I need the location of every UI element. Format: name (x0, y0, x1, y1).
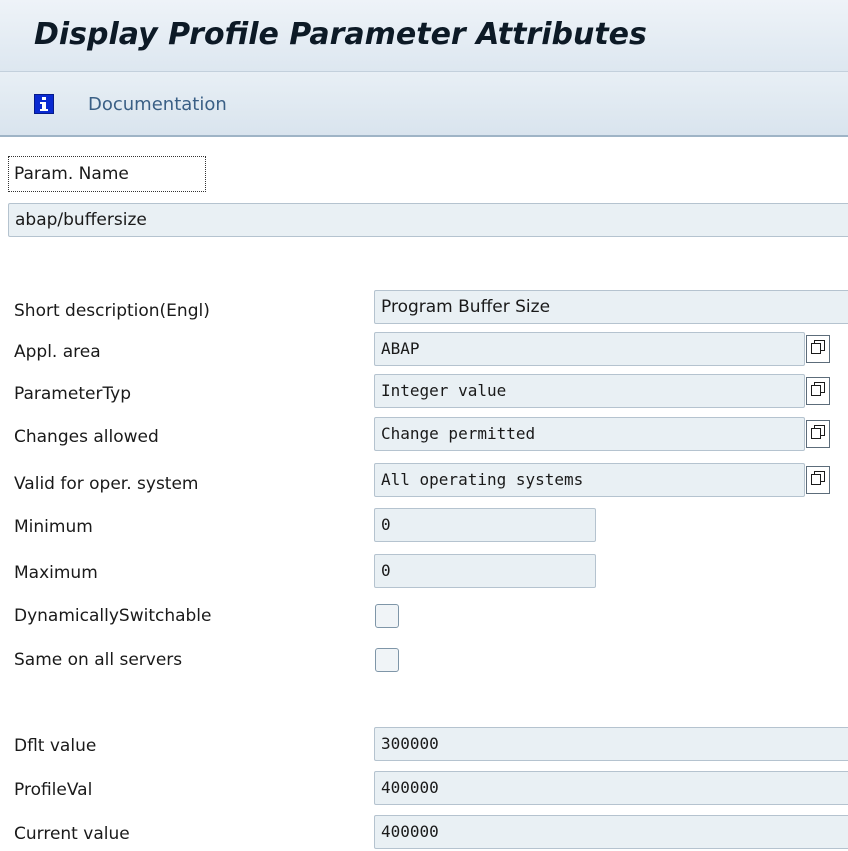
appl-area-copy-button[interactable] (806, 335, 830, 363)
parameter-type-copy-button[interactable] (806, 377, 830, 405)
profile-value-field[interactable]: 400000 (374, 771, 848, 805)
minimum-field[interactable]: 0 (374, 508, 596, 542)
short-description-field[interactable]: Program Buffer Size (374, 290, 848, 324)
dynamically-switchable-checkbox[interactable] (375, 604, 399, 628)
changes-allowed-label: Changes allowed (14, 427, 159, 447)
appl-area-label: Appl. area (14, 342, 101, 362)
short-description-label: Short description(Engl) (14, 301, 210, 321)
changes-allowed-field[interactable]: Change permitted (374, 417, 805, 451)
valid-os-field[interactable]: All operating systems (374, 463, 805, 497)
documentation-button[interactable]: Documentation (34, 90, 227, 118)
default-value-label: Dflt value (14, 736, 97, 756)
valid-os-copy-button[interactable] (806, 466, 830, 494)
title-bar: Display Profile Parameter Attributes (0, 0, 848, 72)
same-on-all-servers-label: Same on all servers (14, 650, 183, 670)
default-value-field[interactable]: 300000 (374, 727, 848, 761)
current-value-label: Current value (14, 824, 130, 844)
parameter-type-label: ParameterTyp (14, 384, 132, 404)
changes-allowed-copy-button[interactable] (806, 420, 830, 448)
appl-area-field[interactable]: ABAP (374, 332, 805, 366)
current-value-field[interactable]: 400000 (374, 815, 848, 849)
parameter-type-field[interactable]: Integer value (374, 374, 805, 408)
valid-os-label: Valid for oper. system (14, 474, 199, 494)
maximum-field[interactable]: 0 (374, 554, 596, 588)
profile-value-label: ProfileVal (14, 780, 93, 800)
maximum-label: Maximum (14, 563, 98, 583)
param-name-label: Param. Name (8, 156, 206, 192)
application-toolbar: Documentation (0, 72, 848, 137)
copy-icon (810, 470, 826, 491)
documentation-label: Documentation (88, 93, 227, 115)
minimum-label: Minimum (14, 517, 93, 537)
copy-icon (810, 424, 826, 445)
info-icon (34, 94, 54, 114)
same-on-all-servers-checkbox[interactable] (375, 648, 399, 672)
param-name-field[interactable]: abap/buffersize (8, 203, 848, 237)
copy-icon (810, 339, 826, 360)
copy-icon (810, 381, 826, 402)
dynamically-switchable-label: DynamicallySwitchable (14, 606, 212, 626)
page-title: Display Profile Parameter Attributes (34, 17, 647, 52)
